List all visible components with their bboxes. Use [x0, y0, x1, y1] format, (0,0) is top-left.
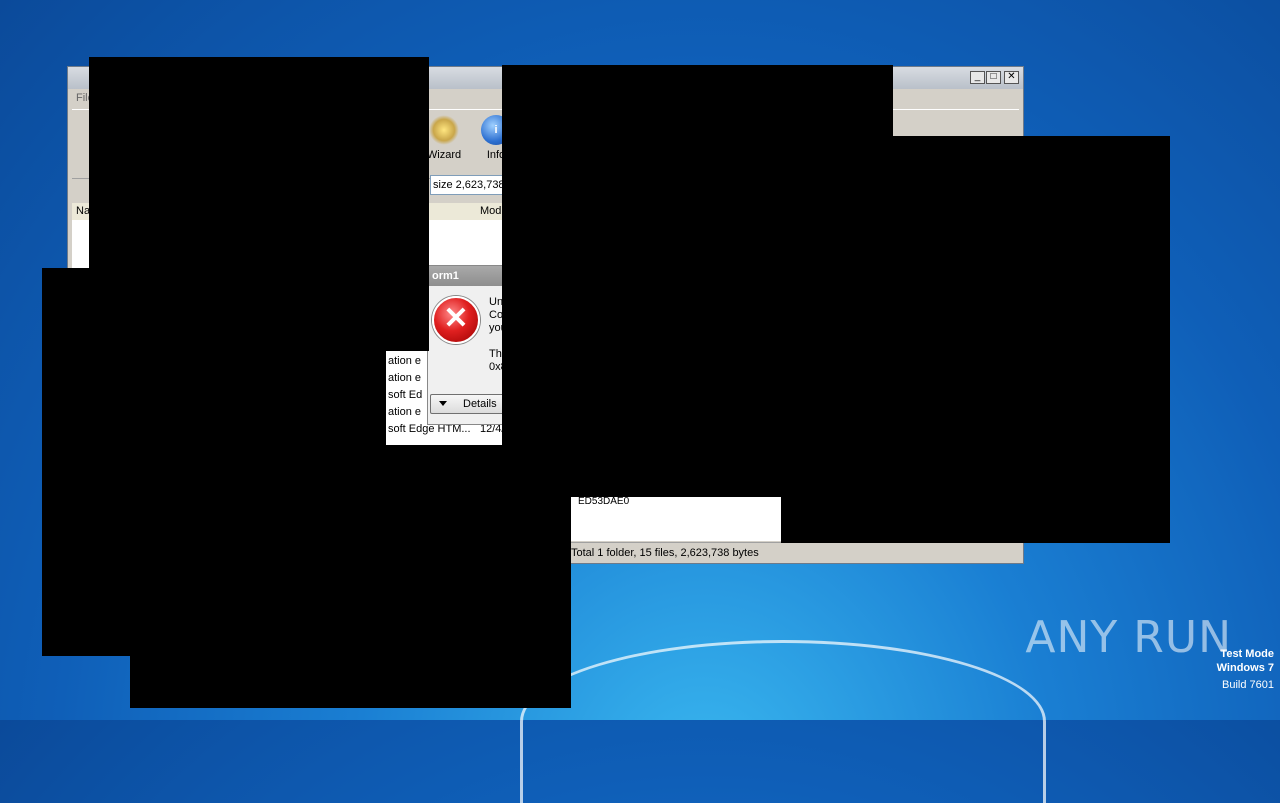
wand-icon — [429, 115, 459, 145]
test-mode-text: Test Mode — [1220, 648, 1274, 660]
dialog-message-1: Un — [489, 296, 504, 308]
details-label: Details — [463, 398, 497, 410]
wizard-label: Wizard — [426, 149, 462, 161]
redaction-block — [781, 490, 893, 543]
minimize-button[interactable]: _ — [970, 71, 985, 84]
list-item[interactable]: soft Ed — [388, 387, 422, 404]
os-build-text: Build 7601 — [1222, 679, 1274, 691]
anyrun-watermark: ANY RUN — [1025, 612, 1232, 663]
list-item[interactable]: ation e — [388, 370, 421, 387]
os-version-text: Windows 7 — [1216, 662, 1274, 674]
redaction-block — [893, 136, 1170, 543]
list-item[interactable]: ation e — [388, 353, 421, 370]
close-button[interactable]: ✕ — [1004, 71, 1019, 84]
desktop-light-streak — [520, 640, 1046, 803]
details-button[interactable]: Details — [430, 394, 510, 414]
error-icon: ✕ — [432, 296, 480, 344]
dialog-message-4: Th — [489, 348, 502, 360]
chevron-down-icon — [439, 401, 447, 406]
dialog-message-2: Co — [489, 309, 504, 321]
status-text: Total 1 folder, 15 files, 2,623,738 byte… — [571, 547, 759, 559]
list-item[interactable]: ation e — [388, 404, 421, 421]
redaction-block — [502, 65, 893, 497]
detail-text: ED53DAE0 — [578, 496, 630, 507]
maximize-button[interactable]: □ — [986, 71, 1001, 84]
